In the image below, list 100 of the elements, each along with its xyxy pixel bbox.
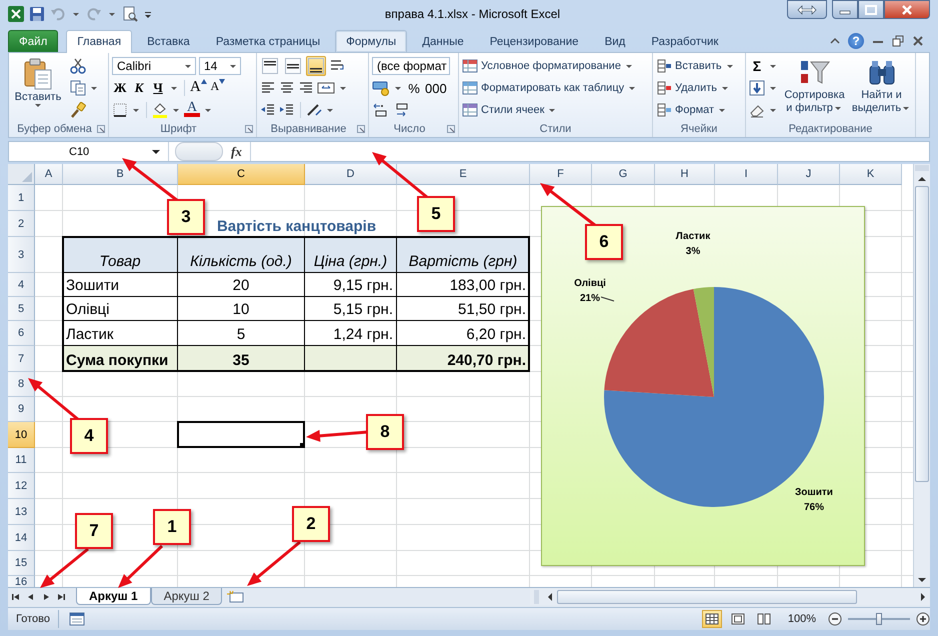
dialog-launcher-icon[interactable]: [447, 125, 455, 133]
row-header[interactable]: 3: [8, 237, 35, 273]
resize-button[interactable]: [787, 0, 827, 19]
paste-button[interactable]: Вставить: [12, 56, 64, 121]
scroll-thumb[interactable]: [915, 186, 929, 482]
column-header[interactable]: B: [63, 164, 178, 185]
styles-menu-button[interactable]: Форматировать как таблицу: [462, 78, 649, 98]
caret-icon[interactable]: [726, 64, 733, 68]
ribbon-tab[interactable]: Рецензирование: [478, 30, 590, 52]
copy-icon[interactable]: [70, 80, 86, 96]
row-header[interactable]: 16: [8, 576, 35, 587]
caret-icon[interactable]: [230, 64, 236, 68]
maximize-button[interactable]: [858, 0, 884, 19]
dialog-launcher-icon[interactable]: [245, 125, 253, 133]
caret-icon[interactable]: [834, 106, 841, 110]
vertical-align-button[interactable]: [306, 56, 326, 76]
currency-icon[interactable]: [372, 80, 390, 96]
column-header[interactable]: A: [35, 164, 63, 185]
font-size-field[interactable]: 14: [199, 57, 241, 75]
ribbon-tab[interactable]: Файл: [8, 30, 58, 52]
underline-button[interactable]: Ч: [150, 79, 166, 97]
dialog-launcher-icon[interactable]: [97, 125, 105, 133]
row-header[interactable]: 13: [8, 499, 35, 525]
close-icon[interactable]: [912, 35, 924, 47]
ribbon-tab[interactable]: Данные: [411, 30, 475, 52]
row-header[interactable]: 15: [8, 551, 35, 576]
borders-icon[interactable]: [112, 102, 128, 118]
paintbrush-icon[interactable]: [70, 102, 86, 118]
slider-thumb[interactable]: [876, 613, 882, 625]
caret-icon[interactable]: [770, 86, 776, 90]
column-header[interactable]: K: [840, 164, 902, 185]
row-header[interactable]: 7: [8, 346, 35, 372]
merge-cells-icon[interactable]: [317, 80, 335, 96]
zoom-in-icon[interactable]: [916, 612, 930, 626]
dialog-launcher-icon[interactable]: [357, 125, 365, 133]
column-header[interactable]: G: [592, 164, 655, 185]
number-format-field[interactable]: (все формат: [372, 57, 450, 75]
ribbon-tab[interactable]: Вставка: [136, 30, 201, 52]
first-sheet-icon[interactable]: [10, 591, 22, 603]
scroll-thumb[interactable]: [557, 590, 857, 604]
caret-icon[interactable]: [549, 108, 556, 112]
ribbon-tab[interactable]: Вид: [594, 30, 636, 52]
print-preview-icon[interactable]: [122, 6, 138, 22]
row-header[interactable]: 9: [8, 397, 35, 422]
caret-icon[interactable]: [173, 108, 179, 112]
ribbon-tab[interactable]: Разработчик: [640, 30, 730, 52]
italic-button[interactable]: К: [131, 79, 147, 97]
autosum-button[interactable]: Σ: [749, 57, 765, 75]
scissors-icon[interactable]: [70, 58, 86, 74]
column-header[interactable]: H: [655, 164, 715, 185]
insert-sheet-icon[interactable]: [226, 589, 246, 605]
row-header[interactable]: 4: [8, 273, 35, 297]
spreadsheet-logo-icon[interactable]: [8, 6, 24, 22]
fill-bucket-icon[interactable]: [152, 102, 168, 118]
caret-icon[interactable]: [626, 64, 632, 68]
caret-icon[interactable]: [340, 86, 346, 90]
vertical-align-button[interactable]: [283, 56, 303, 76]
shrink-font-button[interactable]: A: [210, 79, 226, 97]
caret-icon[interactable]: [91, 86, 97, 90]
bold-button[interactable]: Ж: [112, 79, 128, 97]
pie-slice[interactable]: [604, 288, 714, 397]
row-header[interactable]: 2: [8, 211, 35, 237]
macro-record-icon[interactable]: [68, 612, 85, 626]
styles-menu-button[interactable]: Условное форматирование: [462, 56, 649, 76]
caret-icon[interactable]: [205, 108, 211, 112]
styles-menu-button[interactable]: Стили ячеек: [462, 100, 649, 120]
row-header[interactable]: 5: [8, 297, 35, 321]
row-header[interactable]: 11: [8, 448, 35, 473]
caret-icon[interactable]: [722, 86, 728, 90]
column-header[interactable]: F: [530, 164, 592, 185]
active-cell[interactable]: [177, 421, 305, 448]
cells-menu-button[interactable]: Формат: [656, 100, 742, 120]
column-header[interactable]: J: [778, 164, 840, 185]
sort-filter-button[interactable]: Сортировка и фильтр: [784, 56, 845, 121]
minimize-button[interactable]: [832, 0, 858, 19]
percent-button[interactable]: %: [406, 79, 422, 97]
row-header[interactable]: 1: [8, 185, 35, 211]
caret-icon[interactable]: [327, 108, 333, 112]
last-sheet-icon[interactable]: [55, 591, 67, 603]
row-header[interactable]: 14: [8, 525, 35, 551]
caret-icon[interactable]: [171, 86, 177, 90]
zoom-out-icon[interactable]: [828, 612, 842, 626]
row-header[interactable]: 8: [8, 372, 35, 397]
column-header[interactable]: I: [715, 164, 778, 185]
caret-icon[interactable]: [629, 86, 636, 90]
column-header[interactable]: D: [305, 164, 397, 185]
thousands-separator-button[interactable]: 000: [425, 79, 447, 97]
vertical-scrollbar[interactable]: [913, 164, 930, 587]
zoom-level[interactable]: 100%: [780, 613, 822, 625]
restore-icon[interactable]: [892, 35, 904, 47]
font-color-button[interactable]: A: [184, 103, 200, 117]
sheet-tab[interactable]: Аркуш 1: [76, 588, 151, 605]
caret-icon[interactable]: [185, 64, 191, 68]
column-header[interactable]: C: [178, 164, 305, 185]
vertical-align-button[interactable]: [260, 56, 280, 76]
row-header[interactable]: 10: [8, 422, 35, 448]
find-select-button[interactable]: Найти и выделить: [851, 56, 912, 121]
grow-font-button[interactable]: A: [190, 79, 207, 97]
caret-icon[interactable]: [395, 86, 401, 90]
font-name-field[interactable]: Calibri: [112, 57, 196, 75]
